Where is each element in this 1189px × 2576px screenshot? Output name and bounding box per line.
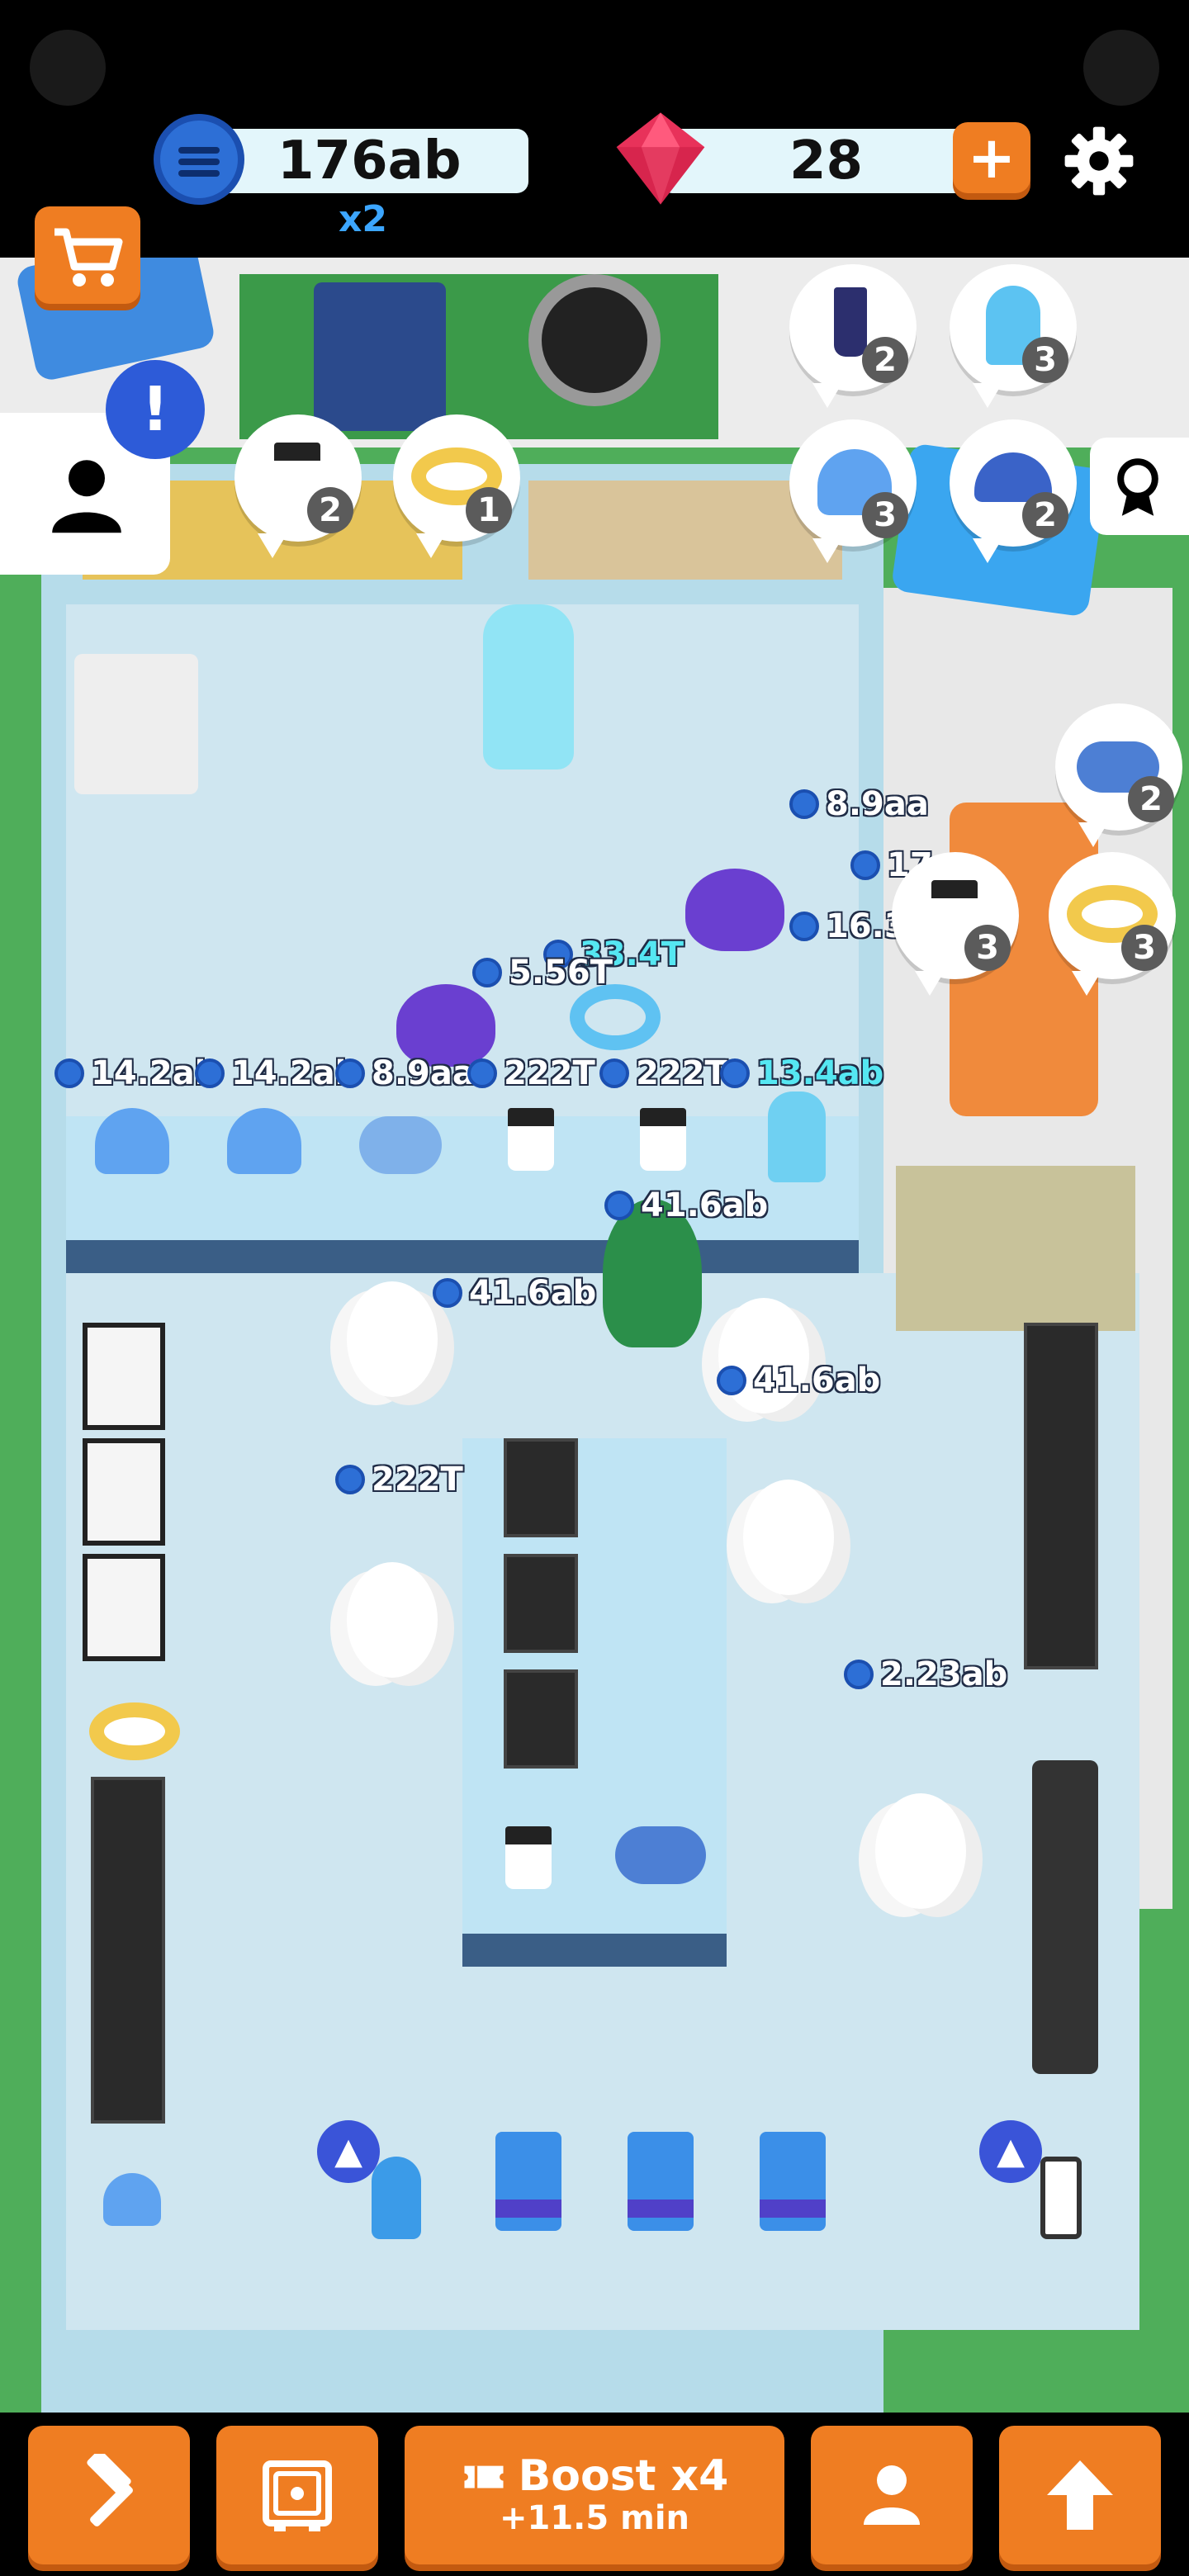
back-door (314, 282, 446, 431)
upgrade-button[interactable] (999, 2426, 1161, 2564)
vault-button[interactable] (216, 2426, 378, 2564)
price-tag: 14.2ab (195, 1054, 358, 1093)
price-tag: 16.3 (789, 907, 907, 946)
oven-3[interactable] (83, 1554, 165, 1661)
chef-1 (347, 1281, 438, 1397)
upgrade-station-left-button[interactable]: ▲ (317, 2120, 380, 2183)
milkshake-station (1040, 2157, 1082, 2239)
price-tag: 41.6ab (717, 1361, 880, 1400)
shelf-right (1024, 1323, 1098, 1669)
coffee-cup-2 (640, 1108, 686, 1171)
new-customer (483, 604, 574, 769)
price-tag: 14.2ab (54, 1054, 218, 1093)
shelf-left (91, 1777, 165, 2124)
coin-amount: 176ab (277, 130, 462, 192)
ribbon-icon (1117, 458, 1158, 516)
price-tag: 2.23ab (844, 1655, 1007, 1694)
ticket-icon (464, 2465, 504, 2488)
coffee-cup-table (505, 1826, 552, 1889)
oven-1[interactable] (83, 1323, 165, 1430)
order-bubble-donut: 1 (393, 414, 520, 558)
donut-carried (570, 984, 661, 1050)
supply-crate-3[interactable] (760, 2132, 826, 2231)
pipe-hole (528, 274, 661, 406)
build-button[interactable] (28, 2426, 190, 2564)
storage-room (896, 1166, 1135, 1331)
customer-1 (685, 869, 784, 951)
top-bar: 176ab x2 28 + (0, 0, 1189, 258)
safe-icon (263, 2460, 332, 2531)
alert-badge[interactable]: ! (106, 360, 205, 459)
shop-button[interactable] (35, 206, 140, 304)
chef-4 (347, 1562, 438, 1678)
upgrade-station-right-button[interactable]: ▲ (979, 2120, 1042, 2183)
chair-1 (504, 1438, 578, 1537)
price-tag: 41.6ab (433, 1273, 596, 1313)
supply-crate-2[interactable] (628, 2132, 694, 2231)
cart-icon (54, 228, 123, 286)
price-tag: 222T (467, 1054, 595, 1093)
order-bubble-donut-2: 3 (1049, 852, 1176, 996)
gem-amount: 28 (789, 130, 864, 192)
person-icon (52, 460, 121, 533)
service-counter-front (66, 1240, 859, 1273)
ice-cream-product (768, 1091, 826, 1182)
chair-2 (504, 1554, 578, 1653)
chair-3 (504, 1669, 578, 1769)
boost-title: Boost x4 (518, 2451, 729, 2501)
order-bubble-coffee-2: 3 (892, 852, 1019, 996)
order-bubble-croissant: 2 (950, 419, 1077, 563)
price-tag: 13.4ab (720, 1054, 883, 1093)
buy-gems-button[interactable]: + (953, 122, 1030, 193)
muffin-product-2 (227, 1108, 301, 1174)
ac-unit (74, 654, 198, 794)
coin-multiplier: x2 (339, 198, 387, 240)
center-table (462, 1438, 727, 1967)
up-arrow-icon (1047, 2460, 1113, 2530)
price-tag: 5.56T (472, 953, 613, 992)
hammer-icon (87, 2454, 133, 2526)
boost-button[interactable]: Boost x4 +11.5 min (405, 2426, 784, 2564)
order-bubble-ice-cream: 3 (950, 264, 1077, 408)
order-bubble-milkshake: 2 (789, 264, 917, 408)
muffin-product-1 (95, 1108, 169, 1174)
gear-icon[interactable] (1062, 124, 1136, 198)
person-icon (864, 2465, 920, 2525)
coffee-machines[interactable] (1032, 1760, 1098, 2074)
center-table-front (462, 1934, 727, 1967)
order-bubble-coffee: 2 (234, 414, 362, 558)
achievements-button[interactable] (1090, 438, 1189, 535)
chef-3 (743, 1480, 834, 1595)
corner-dot-left (30, 30, 106, 106)
price-tag: 8.9aa (789, 784, 929, 824)
price-tag: 222T (335, 1460, 463, 1499)
order-bubble-cookie: 2 (1055, 703, 1182, 847)
ice-cream-station (372, 2157, 421, 2239)
coin-icon (154, 114, 244, 205)
supply-crate-1[interactable] (495, 2132, 561, 2231)
price-tag: 41.6ab (604, 1186, 768, 1225)
bottom-bar: Boost x4 +11.5 min (0, 2413, 1189, 2576)
price-tag: 8.9aa (335, 1054, 475, 1093)
chef-5 (875, 1793, 966, 1909)
gem-icon (613, 111, 708, 206)
game-world[interactable]: ▲ ▲ 8.9aa 17 16.3 33.4T 5.56T 14.2ab 14.… (0, 258, 1189, 2413)
corner-dot-right (1083, 30, 1159, 106)
coffee-cup-1 (508, 1108, 554, 1171)
donut-station (89, 1702, 180, 1760)
muffin-station (103, 2173, 161, 2226)
oven-2[interactable] (83, 1438, 165, 1546)
staff-button[interactable] (811, 2426, 973, 2564)
price-tag: 222T (599, 1054, 727, 1093)
cookie-product (359, 1116, 442, 1174)
cookie-tray (615, 1826, 706, 1884)
boost-subtitle: +11.5 min (500, 2499, 689, 2537)
order-bubble-muffin: 3 (789, 419, 917, 563)
